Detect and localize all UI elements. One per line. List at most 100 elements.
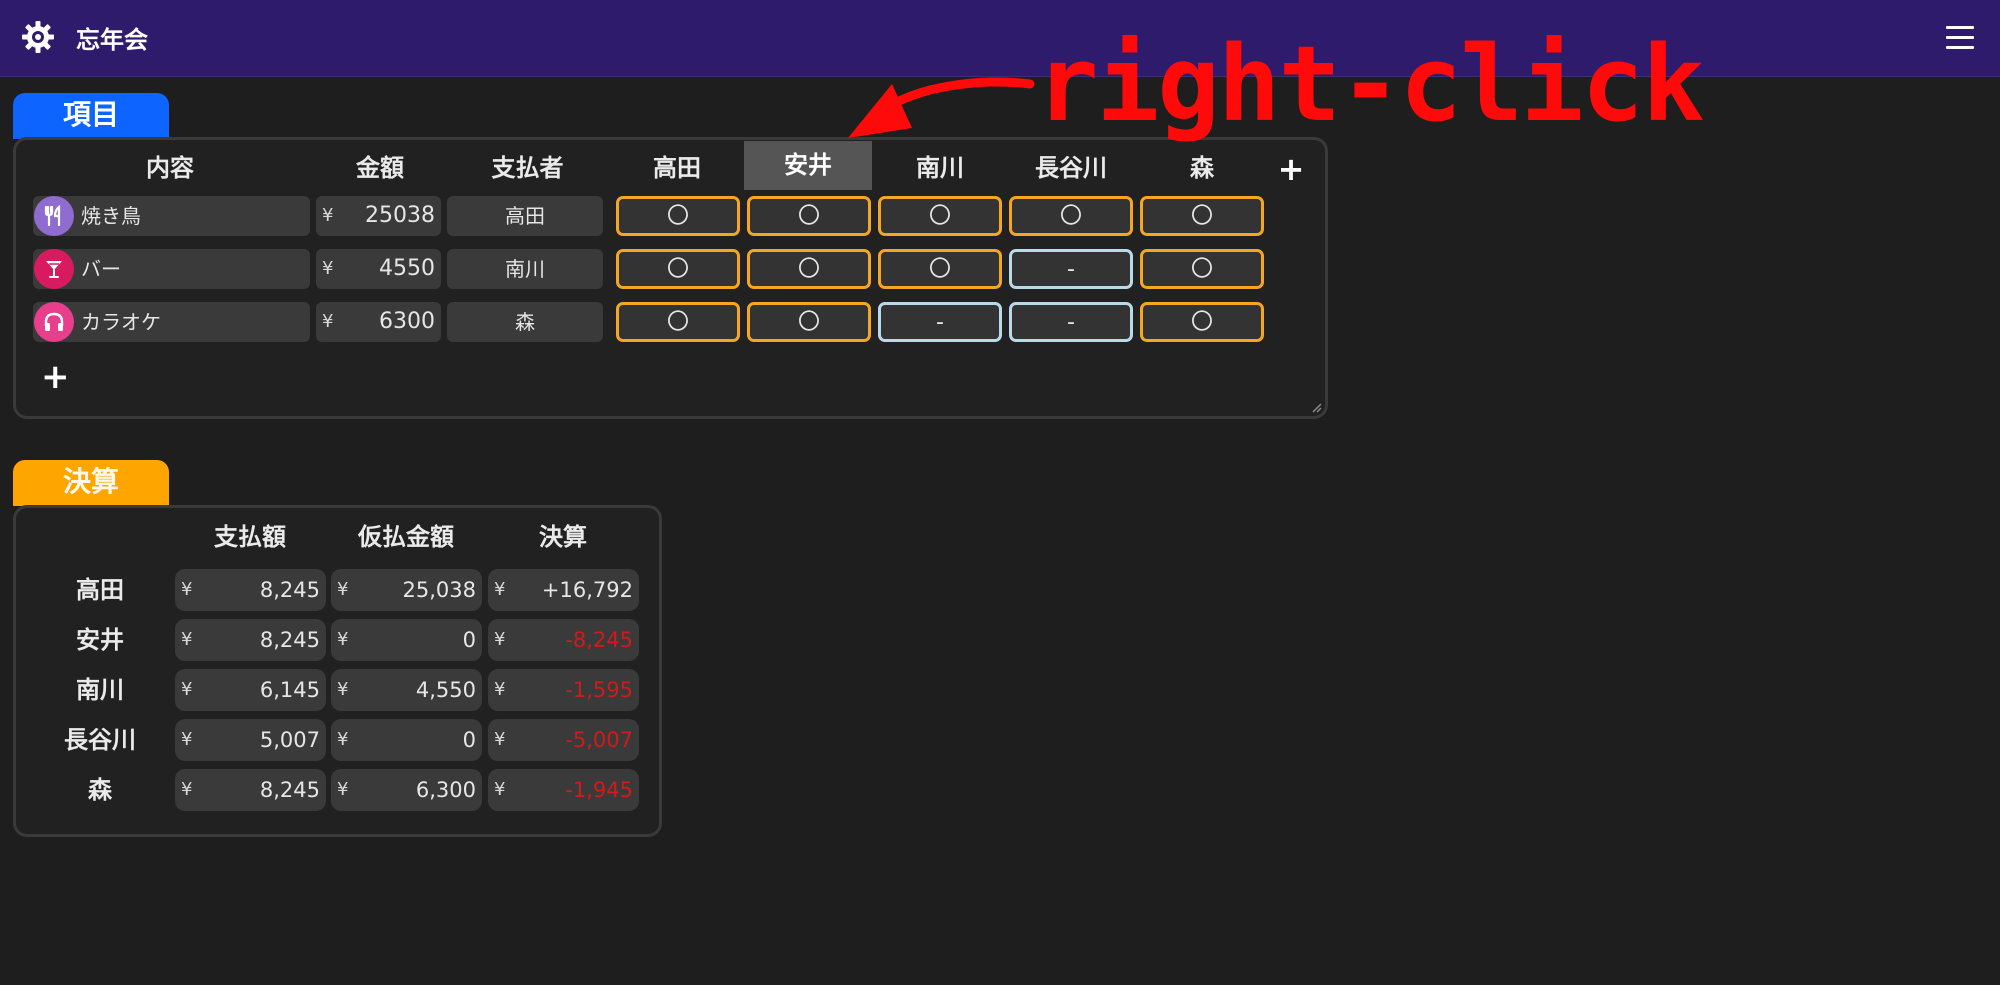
member-header-1[interactable]: 高田 [615,150,739,186]
balance-amount: ¥ -8,245 [488,619,639,661]
advance-value: 25,038 [402,578,476,602]
participation-toggle[interactable]: 〇 [1140,302,1264,342]
currency-symbol: ¥ [337,579,349,600]
settlement-member-name: 安井 [76,626,124,654]
settlement-member-name: 高田 [76,576,124,604]
advance-value: 4,550 [415,678,476,702]
payment-value: 8,245 [259,778,320,802]
currency-symbol: ¥ [494,679,506,700]
balance-value: -1,945 [565,778,633,802]
payment-value: 6,145 [259,678,320,702]
currency-symbol: ¥ [337,729,349,750]
member-header-5[interactable]: 森 [1140,150,1264,186]
balance-amount: ¥ -1,595 [488,669,639,711]
currency-symbol: ¥ [181,729,193,750]
add-member-button[interactable]: + [1276,150,1306,188]
balance-value: -1,595 [565,678,633,702]
gear-icon[interactable] [20,19,56,55]
currency-symbol: ¥ [322,311,334,332]
participation-toggle[interactable]: 〇 [1009,196,1133,236]
resize-grip-icon[interactable] [1310,401,1322,413]
advance-value: 6,300 [415,778,476,802]
advance-amount: ¥6,300 [331,769,482,811]
advance-amount: ¥0 [331,719,482,761]
currency-symbol: ¥ [494,579,506,600]
item-name: 焼き鳥 [81,204,141,228]
member-header-4[interactable]: 長谷川 [1009,150,1133,186]
participation-toggle[interactable]: 〇 [747,196,871,236]
payment-value: 5,007 [259,728,320,752]
currency-symbol: ¥ [494,779,506,800]
payment-amount: ¥6,145 [175,669,326,711]
add-item-button[interactable]: + [41,357,70,397]
item-amount-field[interactable]: ¥ 25038 [316,196,441,236]
currency-symbol: ¥ [322,258,334,279]
balance-value: -5,007 [565,728,633,752]
column-header-balance: 決算 [539,523,587,551]
item-amount-field[interactable]: ¥ 6300 [316,302,441,342]
items-section-tab[interactable]: 項目 [13,93,169,139]
balance-amount: ¥ -1,945 [488,769,639,811]
item-name-field[interactable]: 焼き鳥 [33,196,310,236]
currency-symbol: ¥ [337,779,349,800]
settlement-section-tab[interactable]: 決算 [13,460,169,506]
item-payer-select[interactable]: 南川 [447,249,603,289]
item-payer-select[interactable]: 高田 [447,196,603,236]
currency-symbol: ¥ [337,679,349,700]
item-amount: 6300 [379,309,435,334]
advance-amount: ¥4,550 [331,669,482,711]
payment-amount: ¥8,245 [175,769,326,811]
item-amount-field[interactable]: ¥ 4550 [316,249,441,289]
currency-symbol: ¥ [337,629,349,650]
headphones-icon[interactable] [34,302,74,342]
participation-toggle[interactable]: 〇 [878,249,1002,289]
column-header-amount: 金額 [356,154,404,182]
participation-toggle[interactable]: 〇 [1140,249,1264,289]
advance-amount: ¥0 [331,619,482,661]
participation-toggle[interactable]: 〇 [616,196,740,236]
payment-amount: ¥5,007 [175,719,326,761]
hamburger-menu-icon[interactable] [1946,24,1976,50]
item-name-field[interactable]: バー [33,249,310,289]
settlement-member-name: 南川 [76,676,124,704]
balance-value: -8,245 [565,628,633,652]
currency-symbol: ¥ [494,629,506,650]
currency-symbol: ¥ [181,779,193,800]
annotation-label: right-click [1036,23,1705,145]
member-header-3[interactable]: 南川 [878,150,1002,186]
cocktail-icon[interactable] [34,249,74,289]
item-name: バー [81,257,121,281]
participation-toggle[interactable]: - [878,302,1002,342]
balance-amount: ¥ +16,792 [488,569,639,611]
participation-toggle[interactable]: 〇 [747,249,871,289]
fork-knife-icon[interactable] [34,196,74,236]
currency-symbol: ¥ [181,579,193,600]
item-name: カラオケ [81,310,161,334]
participation-toggle[interactable]: - [1009,302,1133,342]
currency-symbol: ¥ [181,629,193,650]
participation-toggle[interactable]: 〇 [878,196,1002,236]
column-header-advance: 仮払金額 [358,523,454,551]
advance-amount: ¥25,038 [331,569,482,611]
participation-toggle[interactable]: 〇 [1140,196,1264,236]
item-payer-select[interactable]: 森 [447,302,603,342]
column-header-content: 内容 [146,154,194,182]
settlement-member-name: 森 [88,776,112,804]
participation-toggle[interactable]: 〇 [747,302,871,342]
participation-toggle[interactable]: 〇 [616,302,740,342]
item-amount: 25038 [365,203,435,228]
participation-toggle[interactable]: 〇 [616,249,740,289]
participation-toggle[interactable]: - [1009,249,1133,289]
currency-symbol: ¥ [322,205,334,226]
item-name-field[interactable]: カラオケ [33,302,310,342]
payment-amount: ¥8,245 [175,619,326,661]
balance-amount: ¥ -5,007 [488,719,639,761]
payment-value: 8,245 [259,578,320,602]
payment-amount: ¥8,245 [175,569,326,611]
payment-value: 8,245 [259,628,320,652]
currency-symbol: ¥ [181,679,193,700]
currency-symbol: ¥ [494,729,506,750]
item-amount: 4550 [379,256,435,281]
advance-value: 0 [462,628,476,652]
balance-value: +16,792 [541,578,633,602]
